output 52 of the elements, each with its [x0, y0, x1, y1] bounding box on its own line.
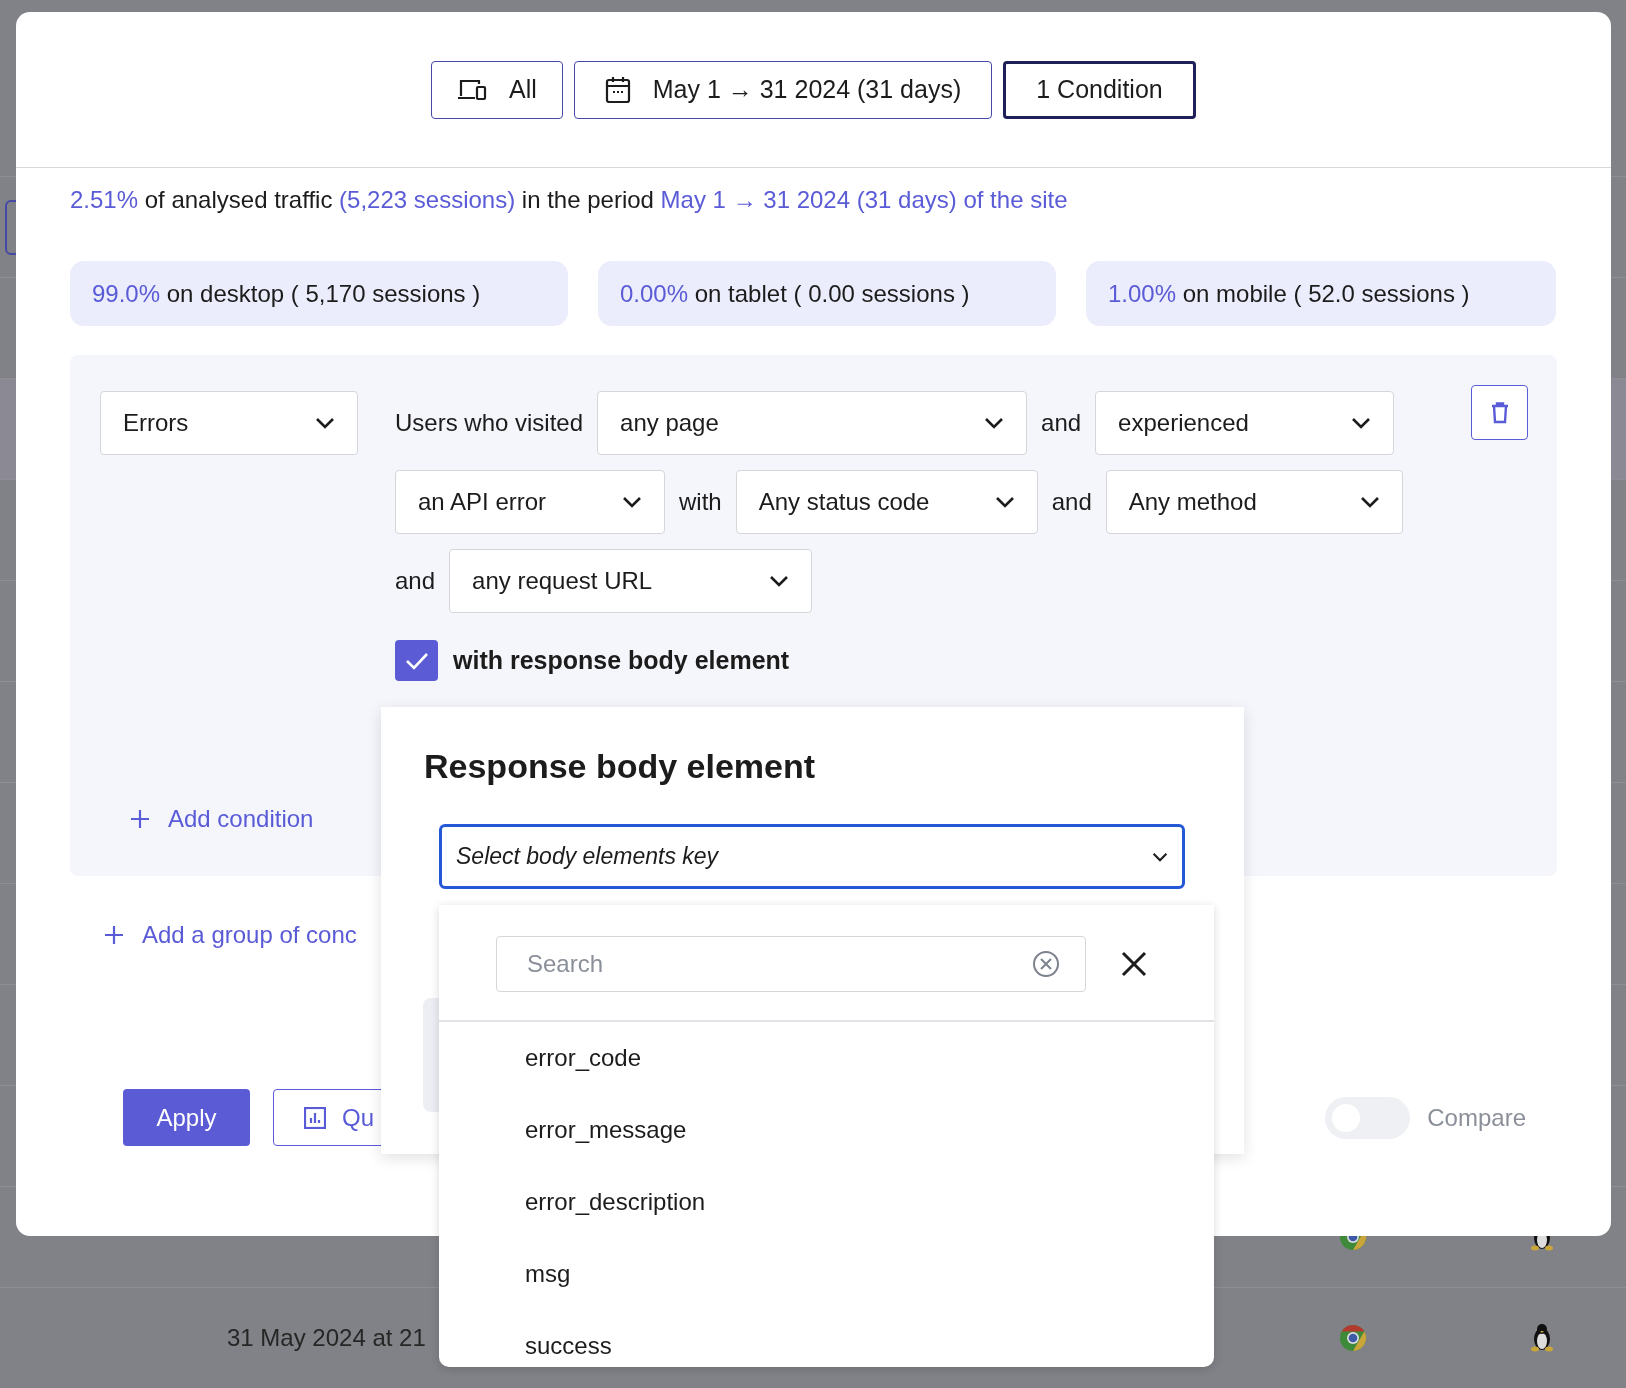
- chevron-down-icon: [622, 496, 642, 508]
- apply-button[interactable]: Apply: [123, 1089, 250, 1146]
- check-icon: [404, 651, 429, 670]
- condition-text: with: [679, 487, 722, 517]
- dropdown-select[interactable]: Errors: [100, 391, 358, 455]
- trash-icon: [1490, 401, 1509, 424]
- checkbox[interactable]: [395, 640, 438, 681]
- close-icon[interactable]: [1121, 951, 1147, 977]
- devices-icon: [457, 78, 488, 101]
- calendar-icon: [604, 75, 631, 104]
- dropdown-option[interactable]: success: [439, 1310, 1214, 1367]
- chevron-down-icon: [984, 417, 1005, 429]
- bar-chart-icon: [304, 1106, 326, 1129]
- search-field[interactable]: Search: [496, 936, 1086, 992]
- chevron-down-icon: [315, 417, 335, 429]
- dropdown-select[interactable]: any page: [597, 391, 1028, 455]
- table-cell-text: 31 May 2024 at 21: [227, 1323, 426, 1353]
- date-range-button[interactable]: May 1 → 31 2024 (31 days): [574, 60, 992, 119]
- condition-text: and: [395, 566, 436, 596]
- dropdown-option[interactable]: msg: [439, 1238, 1214, 1310]
- condition-text: and: [1051, 487, 1092, 517]
- devices-filter-button[interactable]: All: [431, 60, 563, 119]
- condition-text: Users who visited: [395, 408, 584, 438]
- chevron-down-icon: [1152, 851, 1168, 862]
- conditions-button[interactable]: 1 Condition: [1003, 60, 1196, 119]
- popover-title: Response body element: [424, 746, 817, 787]
- clear-icon[interactable]: [1032, 950, 1060, 978]
- dropdown-select[interactable]: Any method: [1105, 470, 1403, 534]
- dropdown-select[interactable]: an API error: [395, 470, 665, 534]
- browser-logo-icon: [1339, 1324, 1367, 1352]
- add-group-link[interactable]: Add a group of conc: [104, 917, 357, 953]
- chevron-down-icon: [1359, 496, 1380, 508]
- compare-label: Compare: [1427, 1102, 1526, 1133]
- device-stat-card: 1.00% on mobile ( 52.0 sessions ): [1086, 261, 1556, 326]
- checkbox-label: with response body element: [453, 644, 790, 676]
- dropdown-select[interactable]: experienced: [1095, 391, 1395, 455]
- dropdown-select[interactable]: any request URL: [449, 549, 813, 613]
- add-condition-link[interactable]: Add condition: [130, 801, 358, 837]
- plus-icon: [104, 925, 124, 945]
- penguin-icon: [1530, 1322, 1554, 1352]
- plus-icon: [130, 809, 150, 829]
- traffic-summary: 2.51% of analysed traffic (5,223 sessions) in the period May 1 → 31 2024 (31 days) of the site: [70, 185, 1069, 215]
- condition-text: and: [1041, 408, 1082, 438]
- chevron-down-icon: [994, 496, 1015, 508]
- chevron-down-icon: [769, 575, 790, 587]
- chevron-down-icon: [1351, 417, 1372, 429]
- dropdown-select[interactable]: Any status code: [735, 470, 1038, 534]
- dropdown-option[interactable]: error_description: [439, 1166, 1214, 1238]
- body-key-select[interactable]: Select body elements key: [439, 824, 1185, 889]
- device-stat-card: 0.00% on tablet ( 0.00 sessions ): [598, 261, 1056, 326]
- delete-button[interactable]: [1471, 385, 1528, 440]
- device-stat-card: 99.0% on desktop ( 5,170 sessions ): [70, 261, 568, 326]
